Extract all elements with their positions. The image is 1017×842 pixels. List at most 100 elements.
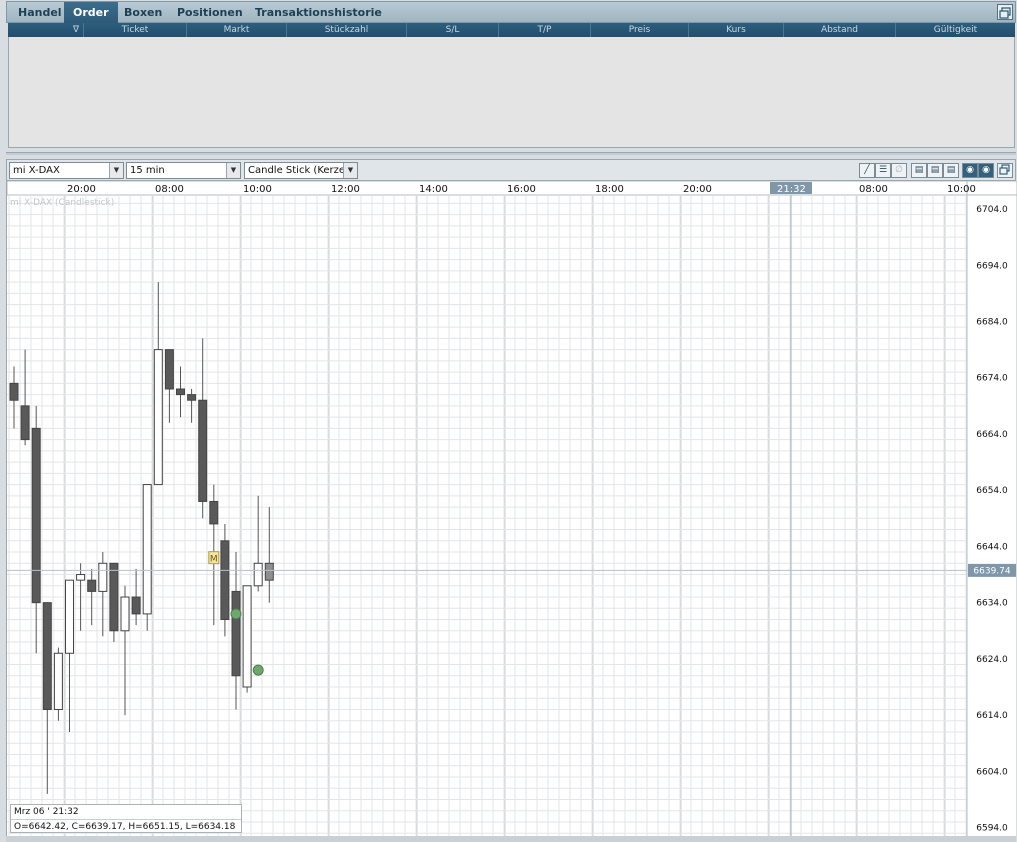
tab-transaktionshistorie[interactable]: Transaktionshistorie: [246, 2, 391, 23]
grid-icon-2[interactable]: ▤: [927, 163, 943, 178]
main-tab-bar: Handel Order Boxen Positionen Transaktio…: [6, 1, 1016, 23]
order-grid-body: [8, 37, 1015, 148]
candle: [164, 349, 174, 423]
grid-icon-3[interactable]: ▤: [943, 163, 959, 178]
candle-body: [164, 349, 174, 390]
candle-body: [87, 579, 97, 592]
instrument-value: mi X-DAX: [13, 165, 60, 176]
candle: [31, 405, 41, 654]
candle: [42, 602, 52, 794]
order-grid-header: ∇ Ticket Markt Stückzahl S/L T/P Preis K…: [8, 23, 1015, 37]
price-tick-label: 6704.0: [976, 205, 1008, 215]
column-stueckzahl[interactable]: Stückzahl: [287, 23, 407, 37]
time-label: 20:00: [67, 184, 96, 195]
candle-body: [109, 562, 119, 632]
column-tp[interactable]: T/P: [499, 23, 591, 37]
chevron-down-icon[interactable]: ▼: [343, 163, 357, 178]
candles: [9, 282, 274, 794]
chart-watermark: mi X-DAX (Candlestick): [10, 198, 114, 208]
interval-select[interactable]: 15 min ▼: [126, 162, 241, 179]
status-bar: [6, 836, 1016, 842]
candlestick-chart-svg[interactable]: 20:00 08:00 10:00 12:00 14:00 16:00 18:00 20:00…: [7, 181, 1017, 836]
info-date: Mrz 06 ' 21:32: [14, 807, 79, 817]
zoom-out-icon[interactable]: ◉: [962, 163, 978, 178]
column-gueltigkeit[interactable]: Gültigkeit: [896, 23, 1015, 37]
candle: [20, 349, 30, 446]
candle: [98, 552, 108, 637]
fill-dot-icon: [252, 664, 264, 676]
fill-dot-icon: [230, 608, 242, 620]
clear-icon[interactable]: ∅: [891, 163, 907, 178]
candle: [264, 507, 274, 603]
tab-boxen[interactable]: Boxen: [115, 2, 171, 23]
sort-icon[interactable]: ∇: [8, 23, 84, 37]
tab-positionen[interactable]: Positionen: [168, 2, 252, 23]
time-label: 08:00: [859, 184, 888, 195]
price-chart[interactable]: 20:00 08:00 10:00 12:00 14:00 16:00 18:00 20:00…: [6, 181, 1017, 836]
candle-body: [220, 540, 230, 621]
candle: [120, 585, 130, 716]
candle: [131, 568, 141, 626]
zoom-in-icon[interactable]: ◉: [978, 163, 994, 178]
price-tick-label: 6684.0: [976, 318, 1008, 328]
time-label: 10:00: [243, 184, 272, 195]
candle-body: [120, 596, 130, 632]
column-ticket[interactable]: Ticket: [84, 23, 187, 37]
tab-handel[interactable]: Handel: [9, 2, 71, 23]
candle-body: [31, 427, 41, 604]
indicator-list-icon[interactable]: ☰: [875, 163, 891, 178]
candle-body: [53, 652, 63, 710]
maximize-panel-icon[interactable]: [997, 4, 1013, 20]
price-tick-label: 6654.0: [976, 486, 1008, 496]
candle-body: [76, 574, 86, 581]
chevron-down-icon[interactable]: ▼: [109, 163, 123, 178]
time-label: 20:00: [683, 184, 712, 195]
candle: [53, 647, 63, 721]
price-axis-labels: 6704.0 6694.0 6684.0 6674.0 6664.0 6654.0 6644…: [976, 205, 1008, 834]
candle: [9, 366, 19, 429]
candle: [153, 282, 163, 486]
panel-splitter[interactable]: [6, 152, 1016, 155]
candle-body: [131, 596, 141, 615]
column-abstand[interactable]: Abstand: [784, 23, 896, 37]
candle: [176, 366, 185, 418]
current-price-label: 6639.74: [973, 566, 1010, 576]
time-label: 08:00: [155, 184, 184, 195]
candle-body: [253, 562, 263, 587]
order-marker-label: M: [210, 555, 218, 565]
candle-body: [231, 590, 241, 677]
instrument-select[interactable]: mi X-DAX ▼: [9, 162, 124, 179]
candle-body: [20, 405, 30, 441]
candle-body: [42, 602, 52, 710]
draw-line-icon[interactable]: ╱: [859, 163, 875, 178]
time-label: 16:00: [507, 184, 536, 195]
chart-toolbar: mi X-DAX ▼ 15 min ▼ Candle Stick (Kerze …: [6, 159, 1016, 181]
candle-body: [198, 399, 208, 502]
candle-body: [98, 562, 108, 592]
tab-order[interactable]: Order: [64, 2, 118, 23]
column-markt[interactable]: Markt: [187, 23, 287, 37]
candle-body: [209, 500, 219, 525]
candle: [109, 562, 119, 643]
candle-body: [9, 382, 19, 401]
candle: [220, 523, 230, 637]
candle: [242, 585, 252, 693]
price-tick-label: 6694.0: [976, 261, 1008, 271]
candle: [253, 495, 263, 592]
candle: [231, 552, 241, 710]
price-tick-label: 6604.0: [976, 767, 1008, 777]
chart-type-select[interactable]: Candle Stick (Kerze ▼: [244, 162, 358, 179]
price-tick-label: 6664.0: [976, 430, 1008, 440]
candle-body: [264, 562, 274, 581]
column-kurs[interactable]: Kurs: [689, 23, 784, 37]
maximize-icon[interactable]: [997, 163, 1013, 178]
candle-info-box: Mrz 06 ' 21:32 O=6642.42, C=6639.17, H=6…: [10, 804, 242, 833]
candle-body: [142, 484, 152, 615]
interval-value: 15 min: [130, 165, 165, 176]
grid-icon-1[interactable]: ▤: [911, 163, 927, 178]
chart-type-value: Candle Stick (Kerze: [248, 165, 346, 176]
column-sl[interactable]: S/L: [407, 23, 499, 37]
chevron-down-icon[interactable]: ▼: [226, 163, 240, 178]
column-preis[interactable]: Preis: [591, 23, 689, 37]
candle-body: [176, 388, 185, 396]
